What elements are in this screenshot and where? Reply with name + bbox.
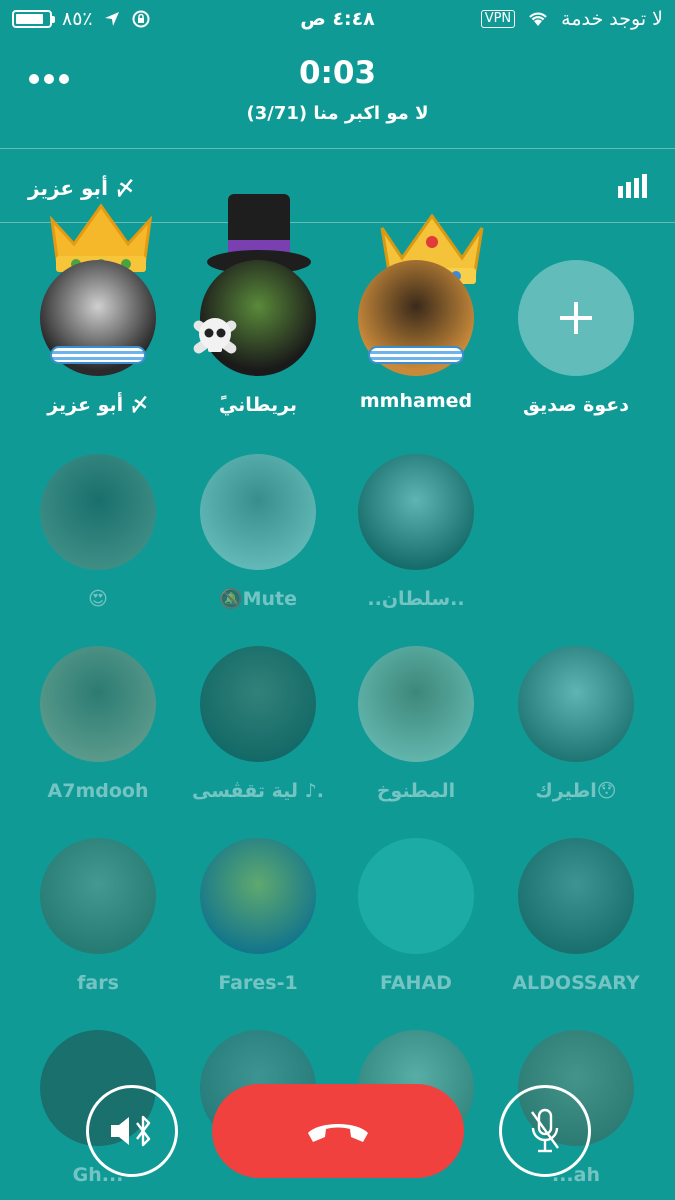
avatar	[518, 646, 634, 762]
participant-listener[interactable]: Fares-1	[178, 838, 338, 1008]
avatar	[358, 646, 474, 762]
avatar	[358, 838, 474, 954]
participant-name: ALDOSSARY	[512, 972, 640, 994]
carrier-text: لا توجد خدمة	[561, 8, 663, 30]
divider-top	[0, 148, 675, 149]
avatar	[200, 838, 316, 954]
participant-name: mmhamed	[359, 390, 473, 412]
mute-button[interactable]	[499, 1085, 591, 1177]
flag-ribbon	[368, 346, 464, 364]
skull-icon	[193, 318, 237, 354]
participant-active[interactable]: ًبريطاني	[178, 194, 338, 420]
speaker-bluetooth-icon	[111, 1115, 151, 1147]
participant-name: fars	[77, 972, 119, 994]
invite-friend-button[interactable]: دعوة صديق	[496, 260, 656, 420]
participant-name: لية تقڨسى ♪.	[191, 780, 325, 802]
participant-name: اطيرك😯	[535, 780, 617, 802]
signal-bars-button[interactable]	[617, 174, 647, 202]
plus-icon	[560, 302, 592, 334]
participant-listener[interactable]: ..سلطان..	[336, 454, 496, 624]
mic-off-icon	[531, 1108, 559, 1153]
participant-name: ..سلطان..	[367, 588, 465, 610]
participant-listener[interactable]	[496, 454, 656, 624]
status-bar: ٨٥٪ ٤:٤٨ ص VPN لا توجد خدمة	[0, 0, 675, 40]
participant-name: ًبريطاني	[218, 394, 298, 416]
participant-listener[interactable]: 🔕Mute	[178, 454, 338, 624]
call-timer: 0:03	[298, 55, 377, 91]
signal-bars-icon	[618, 174, 647, 198]
speaker-button[interactable]	[86, 1085, 178, 1177]
participant-listener[interactable]: لية تقڨسى ♪.	[178, 646, 338, 816]
vpn-badge: VPN	[480, 10, 516, 28]
participant-name: FAHAD	[380, 972, 452, 994]
avatar	[200, 646, 316, 762]
participant-listener[interactable]: ALDOSSARY	[496, 838, 656, 1008]
participant-listener[interactable]: A7mdooh	[18, 646, 178, 816]
avatar	[40, 838, 156, 954]
participant-name: 🔕Mute	[218, 588, 298, 610]
status-right: VPN لا توجد خدمة	[480, 8, 663, 30]
participant-listener[interactable]: 😍	[18, 454, 178, 624]
participant-name: أﺑﻮ ﻋﺰﻳﺰ 〆	[47, 394, 149, 416]
room-title: لا مو اكبر منا (3/71)	[246, 103, 429, 124]
participant-name: 😍	[88, 588, 108, 610]
avatar	[40, 646, 156, 762]
participant-listener[interactable]: FAHAD	[336, 838, 496, 1008]
avatar	[200, 454, 316, 570]
hang-up-icon	[308, 1124, 368, 1142]
invite-circle[interactable]	[518, 260, 634, 376]
participant-listener[interactable]: اطيرك😯	[496, 646, 656, 816]
participant-listener[interactable]: fars	[18, 838, 178, 1008]
participant-name: المطنوخ	[376, 780, 456, 802]
avatar	[40, 454, 156, 570]
participant-name: A7mdooh	[47, 780, 149, 802]
avatar	[358, 454, 474, 570]
invite-friend-label: دعوة صديق	[522, 394, 630, 416]
avatar	[518, 838, 634, 954]
participant-active[interactable]: mmhamed	[336, 213, 496, 420]
participant-listener[interactable]: المطنوخ	[336, 646, 496, 816]
current-speaker-name: أﺑﻮ ﻋﺰﻳﺰ 〆	[28, 176, 135, 200]
end-call-button[interactable]	[212, 1084, 464, 1178]
wifi-icon	[529, 12, 547, 26]
participant-name: Fares-1	[218, 972, 298, 994]
flag-ribbon	[50, 346, 146, 364]
participant-active[interactable]: أﺑﻮ ﻋﺰﻳﺰ 〆	[18, 203, 178, 420]
